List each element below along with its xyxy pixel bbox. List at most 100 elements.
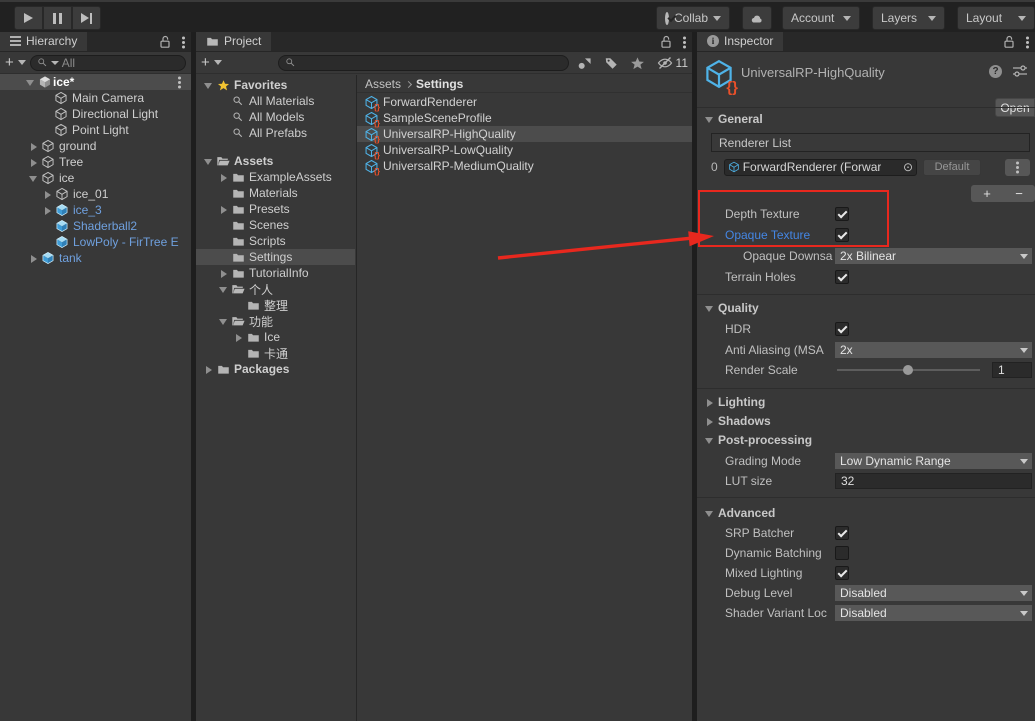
hierarchy-item-ice-01[interactable]: ice_01 [0,186,191,202]
tree-item-personal[interactable]: 个人 [196,281,355,297]
hierarchy-item-ice-3[interactable]: ice_3 [0,202,191,218]
expand-arrow-icon[interactable] [27,138,40,154]
hierarchy-item-ice[interactable]: ice [0,170,191,186]
account-dropdown[interactable]: Account [782,6,860,30]
slider-thumb[interactable] [903,365,913,375]
grading-mode-dropdown[interactable]: Low Dynamic Range [835,453,1032,469]
project-search-input[interactable] [278,55,569,71]
favorites-star-icon[interactable] [630,56,645,71]
kebab-menu-icon[interactable] [1026,41,1029,44]
expand-arrow-icon[interactable] [202,77,215,93]
tree-item-scripts[interactable]: Scripts [196,233,355,249]
tree-item-features[interactable]: 功能 [196,313,355,329]
opaque-downsampling-dropdown[interactable]: 2x Bilinear [835,248,1032,264]
search-by-label-icon[interactable] [604,56,618,70]
renderer-object-field[interactable]: ForwardRenderer (Forwar ⊙ [724,159,917,176]
hierarchy-item-tank[interactable]: tank [0,250,191,266]
asset-samplesceneprofile[interactable]: {} SampleSceneProfile [357,110,692,126]
lock-icon[interactable] [159,35,171,49]
debug-level-dropdown[interactable]: Disabled [835,585,1032,601]
default-button[interactable]: Default [923,159,981,176]
hierarchy-item-lowpoly-firtree[interactable]: LowPoly - FirTree E [0,234,191,250]
hierarchy-search-input[interactable]: All [30,55,186,71]
tab-hierarchy[interactable]: Hierarchy [0,32,87,51]
tree-item-all-materials[interactable]: All Materials [196,93,355,109]
hidden-count-toggle[interactable]: 11 [657,55,688,71]
tree-item-favorites[interactable]: Favorites [196,77,355,93]
dynamic-batching-checkbox[interactable] [835,546,849,560]
lut-size-field[interactable]: 32 [835,473,1032,489]
tab-inspector[interactable]: i Inspector [697,32,783,51]
tree-item-materials[interactable]: Materials [196,185,355,201]
tree-item-organize[interactable]: 整理 [196,297,355,313]
breadcrumb-root[interactable]: Assets [365,77,401,91]
tree-item-assets[interactable]: Assets [196,153,355,169]
expand-arrow-icon[interactable] [202,153,215,169]
kebab-menu-icon[interactable] [178,81,181,84]
expand-arrow-icon[interactable] [217,201,230,217]
search-by-type-icon[interactable] [577,56,592,71]
expand-arrow-icon[interactable] [217,265,230,281]
tree-item-ice-folder[interactable]: Ice [196,329,355,345]
hierarchy-item-main-camera[interactable]: Main Camera [0,90,191,106]
tree-item-scenes[interactable]: Scenes [196,217,355,233]
kebab-menu-icon[interactable] [182,41,185,44]
hierarchy-item-tree[interactable]: Tree [0,154,191,170]
kebab-menu-icon[interactable] [683,41,686,44]
remove-renderer-button[interactable]: − [1003,185,1035,202]
collab-button[interactable]: Collab [656,6,730,30]
depth-texture-checkbox[interactable] [835,207,849,221]
breadcrumb-current[interactable]: Settings [416,77,463,91]
hierarchy-item-ground[interactable]: ground [0,138,191,154]
add-button[interactable]: + [5,56,14,70]
asset-universalrp-lowquality[interactable]: {} UniversalRP-LowQuality [357,142,692,158]
section-general[interactable]: General [703,111,763,127]
section-shadows[interactable]: Shadows [703,413,771,429]
expand-arrow-icon[interactable] [202,361,215,377]
section-post-processing[interactable]: Post-processing [703,432,812,448]
terrain-holes-checkbox[interactable] [835,270,849,284]
tree-item-exampleassets[interactable]: ExampleAssets [196,169,355,185]
section-quality[interactable]: Quality [703,300,759,316]
hierarchy-item-point-light[interactable]: Point Light [0,122,191,138]
tree-item-packages[interactable]: Packages [196,361,355,377]
layout-dropdown[interactable]: Layout [957,6,1035,30]
expand-arrow-icon[interactable] [41,186,54,202]
layers-dropdown[interactable]: Layers [872,6,945,30]
add-dropdown-icon[interactable] [18,60,26,65]
step-button[interactable] [72,6,101,30]
presets-icon[interactable] [1012,64,1028,78]
expand-arrow-icon[interactable] [27,250,40,266]
render-scale-field[interactable]: 1 [992,362,1032,378]
add-button[interactable]: + [201,56,210,70]
shader-variant-log-dropdown[interactable]: Disabled [835,605,1032,621]
expand-arrow-icon[interactable] [217,169,230,185]
tree-item-settings[interactable]: Settings [196,249,355,265]
hierarchy-item-shaderball2[interactable]: Shaderball2 [0,218,191,234]
mixed-lighting-checkbox[interactable] [835,566,849,580]
object-picker-icon[interactable]: ⊙ [903,160,913,174]
add-renderer-button[interactable]: + [971,185,1003,202]
render-scale-slider[interactable] [835,362,982,378]
tree-item-cartoon[interactable]: 卡通 [196,345,355,361]
cloud-button[interactable] [742,6,772,30]
add-dropdown-icon[interactable] [214,60,222,65]
tree-item-all-prefabs[interactable]: All Prefabs [196,125,355,141]
pause-button[interactable] [43,6,72,30]
expand-arrow-icon[interactable] [217,313,230,329]
antialiasing-dropdown[interactable]: 2x [835,342,1032,358]
tree-item-all-models[interactable]: All Models [196,109,355,125]
expand-arrow-icon[interactable] [232,329,245,345]
play-button[interactable] [14,6,43,30]
expand-arrow-icon[interactable] [217,281,230,297]
expand-arrow-icon[interactable] [27,154,40,170]
section-advanced[interactable]: Advanced [703,505,775,521]
tab-project[interactable]: Project [196,32,271,51]
hdr-checkbox[interactable] [835,322,849,336]
expand-arrow-icon[interactable] [24,74,37,90]
asset-universalrp-highquality[interactable]: {} UniversalRP-HighQuality [357,126,692,142]
asset-forwardrenderer[interactable]: {} ForwardRenderer [357,94,692,110]
opaque-texture-checkbox[interactable] [835,228,849,242]
asset-universalrp-mediumquality[interactable]: {} UniversalRP-MediumQuality [357,158,692,174]
srp-batcher-checkbox[interactable] [835,526,849,540]
